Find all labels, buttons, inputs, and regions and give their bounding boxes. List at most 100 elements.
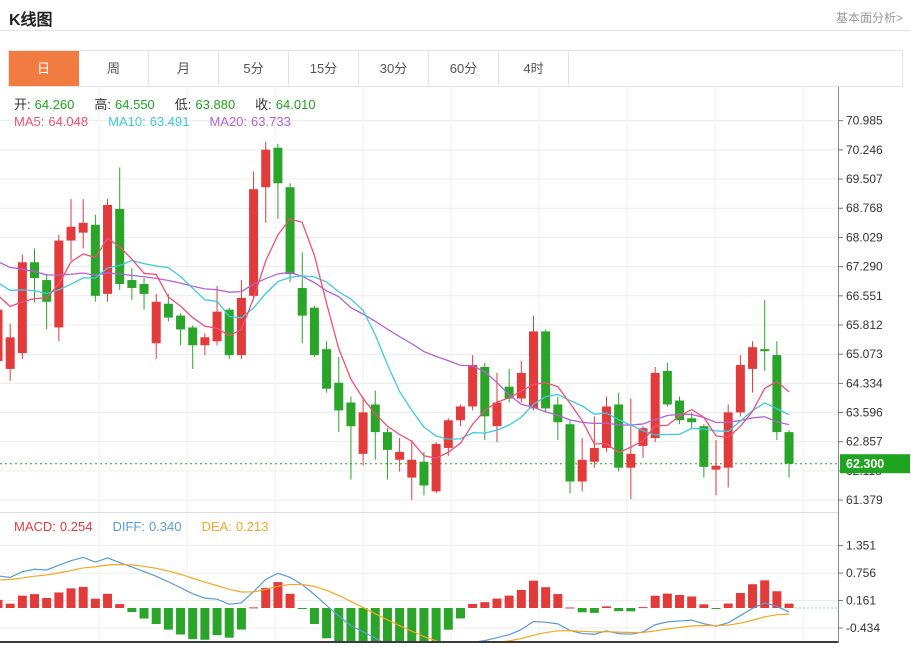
candle-body bbox=[468, 365, 477, 406]
candle-body bbox=[785, 432, 794, 464]
candle-body bbox=[322, 349, 331, 389]
macd-bar bbox=[565, 607, 574, 608]
macd-bar bbox=[0, 600, 3, 608]
candle-body bbox=[492, 402, 501, 426]
candle-body bbox=[359, 412, 368, 453]
kline-chart[interactable]: 70.98570.24669.50768.76868.02967.29066.5… bbox=[0, 87, 911, 647]
macd-bar bbox=[468, 604, 477, 608]
page-header: K线图 基本面分析> bbox=[0, 0, 911, 31]
candle-body bbox=[188, 327, 197, 345]
macd-bar bbox=[553, 594, 562, 608]
indicator-value: 0.340 bbox=[149, 519, 182, 534]
candle-body bbox=[6, 337, 15, 369]
candle-body bbox=[456, 406, 465, 420]
macd-bar bbox=[480, 602, 489, 608]
candle-body bbox=[565, 424, 574, 481]
tab-timeframe-0[interactable]: 日 bbox=[9, 51, 79, 86]
tab-timeframe-2[interactable]: 月 bbox=[149, 51, 219, 86]
macd-bar bbox=[237, 608, 246, 630]
macd-bar bbox=[724, 604, 733, 608]
macd-bar bbox=[298, 608, 307, 609]
candle-body bbox=[712, 466, 721, 470]
ohlc-line-item: 开: 64.260 bbox=[14, 97, 78, 112]
candle-body bbox=[249, 189, 258, 296]
macd-bar bbox=[115, 604, 124, 608]
macd-layer bbox=[0, 557, 794, 647]
macd-line-item: MACD:0.254 bbox=[14, 519, 96, 534]
macd-bar bbox=[505, 596, 514, 608]
candle-body bbox=[371, 404, 380, 432]
macd-bar bbox=[456, 608, 465, 618]
candle-body bbox=[286, 187, 295, 274]
y-axis-label: 0.161 bbox=[846, 594, 876, 608]
macd-bar bbox=[42, 598, 51, 608]
macd-bar bbox=[492, 599, 501, 608]
macd-bar bbox=[310, 608, 319, 624]
candle-body bbox=[419, 462, 428, 486]
y-axis-label: 67.290 bbox=[846, 260, 883, 274]
indicator-value: 63.491 bbox=[150, 114, 190, 129]
indicator-value: 64.048 bbox=[48, 114, 88, 129]
macd-bar bbox=[529, 581, 538, 608]
candle-body bbox=[310, 308, 319, 355]
indicator-label: MA20: bbox=[209, 114, 247, 129]
tab-timeframe-3[interactable]: 5分 bbox=[219, 51, 289, 86]
candle-body bbox=[30, 262, 39, 278]
tab-timeframe-4[interactable]: 15分 bbox=[289, 51, 359, 86]
candle-body bbox=[273, 148, 282, 184]
y-axis-label: -0.434 bbox=[846, 621, 880, 635]
macd-bar bbox=[712, 608, 721, 609]
macd-bar bbox=[663, 594, 672, 608]
candle-body bbox=[213, 312, 222, 342]
candle-body bbox=[578, 460, 587, 482]
candle-body bbox=[651, 373, 660, 438]
indicator-label: 收: bbox=[255, 97, 272, 112]
y-axis-label: 1.351 bbox=[846, 539, 876, 553]
macd-bar bbox=[444, 608, 453, 630]
tab-timeframe-5[interactable]: 30分 bbox=[359, 51, 429, 86]
macd-bar bbox=[30, 594, 39, 608]
candle-body bbox=[444, 420, 453, 448]
ohlc-info-line: 开:64.260高:64.550低:63.880收:64.010 bbox=[14, 94, 336, 113]
indicator-label: DEA: bbox=[201, 519, 231, 534]
tab-timeframe-6[interactable]: 60分 bbox=[429, 51, 499, 86]
ma-line-item: MA5: 64.048 bbox=[14, 114, 92, 129]
macd-bar bbox=[188, 608, 197, 639]
candle-body bbox=[79, 223, 88, 233]
y-axis-label: 62.857 bbox=[846, 435, 883, 449]
y-axis-label: 68.029 bbox=[846, 230, 883, 244]
indicator-label: MA5: bbox=[14, 114, 44, 129]
candle-body bbox=[18, 262, 27, 353]
macd-bar bbox=[18, 596, 27, 608]
y-axis-label: 69.507 bbox=[846, 172, 883, 186]
y-axis-label: 65.073 bbox=[846, 347, 883, 361]
macd-bar bbox=[127, 608, 136, 612]
ohlc-line-item: 收: 64.010 bbox=[255, 97, 319, 112]
candle-body bbox=[200, 337, 209, 345]
macd-bar bbox=[54, 592, 63, 608]
candle-body bbox=[152, 302, 161, 343]
macd-bar bbox=[626, 608, 635, 611]
candle-body bbox=[383, 432, 392, 450]
fundamental-analysis-link[interactable]: 基本面分析> bbox=[836, 9, 903, 26]
y-axis-label: 0.756 bbox=[846, 566, 876, 580]
macd-bar bbox=[91, 599, 100, 608]
candle-body bbox=[298, 288, 307, 316]
indicator-value: 0.254 bbox=[60, 519, 93, 534]
candles-layer bbox=[0, 142, 794, 500]
macd-bar bbox=[602, 606, 611, 608]
macd-bar bbox=[249, 607, 258, 608]
macd-bar bbox=[225, 608, 234, 638]
candle-body bbox=[127, 280, 136, 288]
macd-bar bbox=[261, 588, 270, 608]
indicator-label: 开: bbox=[14, 97, 31, 112]
indicator-value: 64.010 bbox=[276, 97, 316, 112]
candle-body bbox=[626, 454, 635, 468]
tab-timeframe-1[interactable]: 周 bbox=[79, 51, 149, 86]
macd-line-item: DIFF:0.340 bbox=[112, 519, 185, 534]
macd-bar bbox=[79, 587, 88, 608]
indicator-value: 64.260 bbox=[35, 97, 75, 112]
candle-body bbox=[237, 298, 246, 355]
tab-timeframe-7[interactable]: 4时 bbox=[499, 51, 569, 86]
macd-line-item: DEA:0.213 bbox=[201, 519, 272, 534]
